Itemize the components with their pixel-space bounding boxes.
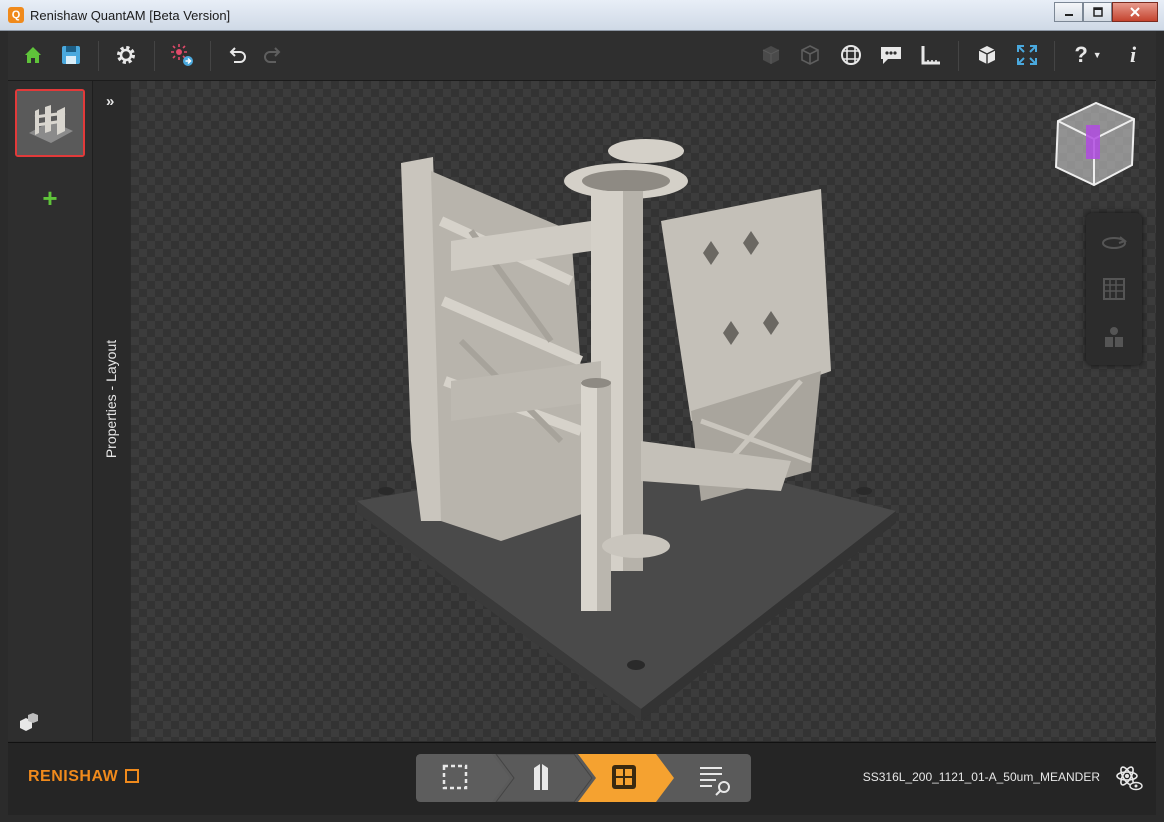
cube-view-icon[interactable] <box>795 40 825 70</box>
grid-icon[interactable] <box>836 40 866 70</box>
ruler-icon[interactable] <box>916 40 946 70</box>
window-title: Renishaw QuantAM [Beta Version] <box>30 8 231 23</box>
expand-panel-button[interactable]: » <box>106 93 114 110</box>
close-button[interactable] <box>1112 2 1158 22</box>
info-icon: i <box>1129 42 1137 67</box>
brand-mark-icon <box>125 769 140 783</box>
home-icon[interactable] <box>18 40 48 70</box>
toolbar-separator <box>154 41 155 71</box>
main-toolbar: ? ▼ i <box>8 31 1156 81</box>
grid-pattern-icon[interactable] <box>1100 275 1128 303</box>
box-view-icon[interactable] <box>972 40 1002 70</box>
help-icon: ? <box>1074 42 1088 67</box>
rotate-icon[interactable] <box>1100 229 1128 257</box>
build-filename: SS316L_200_1121_01-A_50um_MEANDER <box>862 770 1100 784</box>
minimize-button[interactable] <box>1054 2 1083 22</box>
close-icon <box>1130 7 1140 17</box>
solid-view-icon[interactable] <box>756 40 786 70</box>
brand-text: RENISHAW <box>28 768 119 785</box>
add-icon: + <box>42 183 58 213</box>
part-thumbnail[interactable] <box>15 89 85 157</box>
toolbar-separator <box>958 41 959 71</box>
supports-icon[interactable] <box>1100 323 1128 351</box>
part-list-panel: + <box>8 81 93 741</box>
renishaw-logo: RENISHAW <box>28 768 140 786</box>
maximize-button[interactable] <box>1083 2 1112 22</box>
toolbar-separator <box>1054 41 1055 71</box>
build-part-render <box>357 139 896 721</box>
save-icon[interactable] <box>56 40 86 70</box>
gear-icon[interactable] <box>111 40 141 70</box>
undo-icon[interactable] <box>222 40 252 70</box>
3d-viewport[interactable] <box>131 81 1156 741</box>
help-menu-button[interactable]: ? ▼ <box>1068 40 1108 70</box>
maximize-icon <box>1092 7 1103 17</box>
minimize-icon <box>1064 14 1073 16</box>
parts-cubes-icon[interactable] <box>16 709 42 735</box>
part-preview-icon <box>17 91 83 155</box>
chevron-down-icon: ▼ <box>1092 50 1102 60</box>
window-controls <box>1054 2 1158 22</box>
viewport-tools-panel <box>1086 213 1142 365</box>
expand-icon[interactable] <box>1012 40 1042 70</box>
layout-step[interactable] <box>416 754 510 802</box>
laser-icon[interactable] <box>167 40 197 70</box>
status-bar: RENISHAW SS316L_200_1121_01-A_50um_MEAND… <box>8 742 1156 815</box>
add-part-button[interactable]: + <box>39 183 61 213</box>
info-button[interactable]: i <box>1118 40 1148 70</box>
title-bar: Q Renishaw QuantAM [Beta Version] <box>0 0 1164 31</box>
properties-panel-collapsed: » Properties - Layout <box>93 81 130 741</box>
toolbar-separator <box>210 41 211 71</box>
q-logo-icon: Q <box>8 7 24 23</box>
redo-icon[interactable] <box>258 40 288 70</box>
view-cube-icon[interactable] <box>1048 99 1138 187</box>
atom-eye-icon[interactable] <box>1114 763 1144 793</box>
app-window: Q Renishaw QuantAM [Beta Version] ? ▼ i … <box>0 0 1164 822</box>
comment-icon[interactable] <box>876 40 906 70</box>
workflow-steps <box>416 754 751 802</box>
toolbar-separator <box>98 41 99 71</box>
properties-layout-label[interactable]: Properties - Layout <box>103 339 119 459</box>
